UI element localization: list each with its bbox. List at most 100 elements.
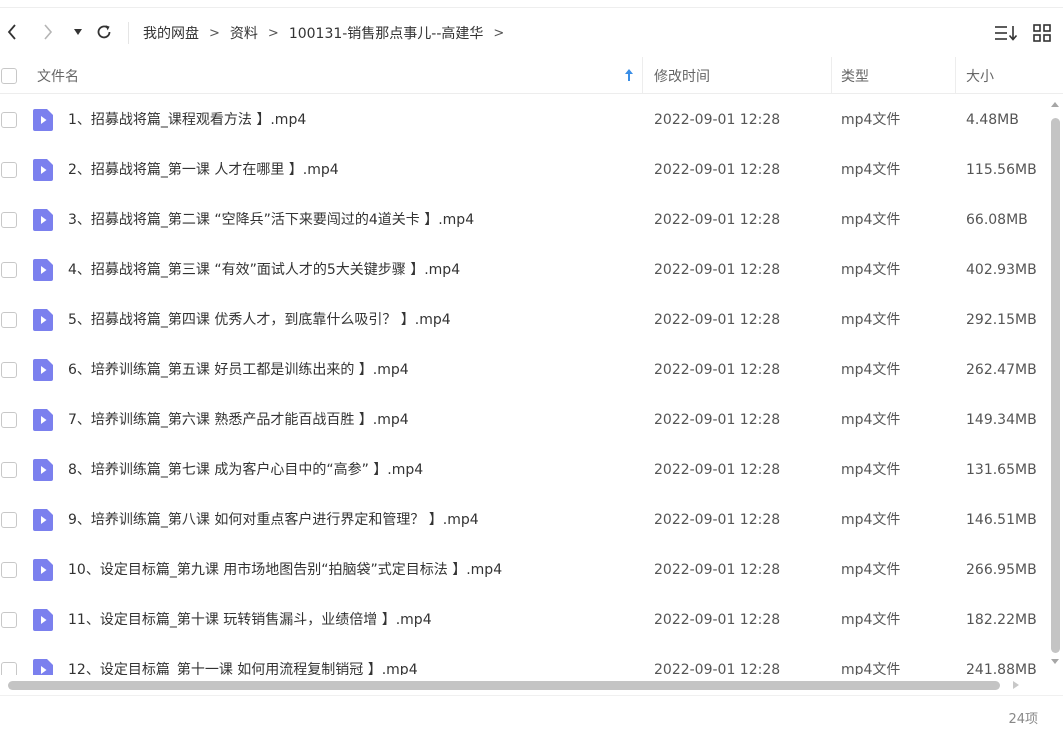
scroll-right-icon[interactable]: [1012, 680, 1020, 690]
file-name[interactable]: 2、招募战将篇_第一课 人才在哪里 】.mp4: [68, 145, 339, 195]
row-checkbox[interactable]: [1, 262, 17, 278]
chevron-left-icon: [7, 24, 16, 40]
file-size: 115.56MB: [966, 162, 1037, 178]
column-divider[interactable]: [831, 57, 832, 94]
table-row[interactable]: 3、招募战将篇_第二课 “空降兵”活下来要闯过的4道关卡 】.mp4 2022-…: [0, 195, 1046, 245]
column-divider[interactable]: [642, 57, 643, 94]
refresh-button[interactable]: [92, 20, 116, 44]
table-row[interactable]: 11、设定目标篇_第十课 玩转销售漏斗，业绩倍增 】.mp4 2022-09-0…: [0, 595, 1046, 645]
file-size: 4.48MB: [966, 112, 1019, 128]
video-file-icon: [33, 459, 53, 481]
row-checkbox[interactable]: [1, 112, 17, 128]
file-name[interactable]: 10、设定目标篇_第九课 用市场地图告别“拍脑袋”式定目标法 】.mp4: [68, 545, 502, 595]
row-checkbox[interactable]: [1, 162, 17, 178]
caret-down-icon: [74, 29, 82, 35]
back-button[interactable]: [0, 20, 24, 44]
file-type: mp4文件: [841, 612, 901, 628]
history-dropdown-button[interactable]: [66, 20, 90, 44]
file-date: 2022-09-01 12:28: [654, 662, 781, 675]
table-row[interactable]: 5、招募战将篇_第四课 优秀人才，到底靠什么吸引？ 】.mp4 2022-09-…: [0, 295, 1046, 345]
row-checkbox[interactable]: [1, 312, 17, 328]
grid-icon: [1033, 24, 1051, 42]
table-row[interactable]: 1、招募战将篇_课程观看方法 】.mp4 2022-09-01 12:28 mp…: [0, 95, 1046, 145]
chevron-right-icon: [44, 24, 53, 40]
refresh-icon: [97, 25, 111, 39]
file-date: 2022-09-01 12:28: [654, 462, 781, 478]
sort-order-button[interactable]: [993, 21, 1019, 45]
grid-view-button[interactable]: [1030, 21, 1054, 45]
breadcrumb-dropdown[interactable]: >: [493, 26, 504, 41]
table-row[interactable]: 9、培养训练篇_第八课 如何对重点客户进行界定和管理？ 】.mp4 2022-0…: [0, 495, 1046, 545]
vertical-scrollbar[interactable]: [1048, 100, 1062, 668]
file-date: 2022-09-01 12:28: [654, 212, 781, 228]
row-checkbox[interactable]: [1, 212, 17, 228]
table-row[interactable]: 2、招募战将篇_第一课 人才在哪里 】.mp4 2022-09-01 12:28…: [0, 145, 1046, 195]
file-type: mp4文件: [841, 162, 901, 178]
file-list: 1、招募战将篇_课程观看方法 】.mp4 2022-09-01 12:28 mp…: [0, 95, 1046, 675]
table-row[interactable]: 8、培养训练篇_第七课 成为客户心目中的“高参” 】.mp4 2022-09-0…: [0, 445, 1046, 495]
scroll-down-icon[interactable]: [1050, 658, 1060, 666]
file-name[interactable]: 12、设定目标篇_第十一课 如何用流程复制销冠 】.mp4: [68, 645, 418, 675]
row-checkbox[interactable]: [1, 562, 17, 578]
file-type: mp4文件: [841, 412, 901, 428]
file-name[interactable]: 8、培养训练篇_第七课 成为客户心目中的“高参” 】.mp4: [68, 445, 423, 495]
video-file-icon: [33, 309, 53, 331]
file-name[interactable]: 4、招募战将篇_第三课 “有效”面试人才的5大关键步骤 】.mp4: [68, 245, 460, 295]
horizontal-scroll-thumb[interactable]: [8, 681, 1000, 690]
breadcrumb-separator: >: [267, 25, 279, 41]
breadcrumb-item-folder[interactable]: 资料: [230, 23, 258, 43]
video-file-icon: [33, 609, 53, 631]
select-all-checkbox[interactable]: [1, 67, 17, 84]
toolbar-divider: [128, 22, 129, 44]
row-checkbox[interactable]: [1, 612, 17, 628]
file-name[interactable]: 1、招募战将篇_课程观看方法 】.mp4: [68, 95, 306, 145]
video-file-icon: [33, 409, 53, 431]
table-row[interactable]: 12、设定目标篇_第十一课 如何用流程复制销冠 】.mp4 2022-09-01…: [0, 645, 1046, 675]
column-header-type-label: 类型: [841, 68, 869, 85]
file-date: 2022-09-01 12:28: [654, 162, 781, 178]
file-name[interactable]: 7、培养训练篇_第六课 熟悉产品才能百战百胜 】.mp4: [68, 395, 409, 445]
item-count: 24项: [1008, 712, 1038, 727]
column-header-size-label: 大小: [966, 68, 994, 85]
file-browser-window: 我的网盘 > 资料 > 100131-销售那点事儿--高建华 > 文件名 修改时…: [0, 0, 1063, 737]
column-header-date[interactable]: 修改时间: [654, 57, 710, 94]
toolbar: 我的网盘 > 资料 > 100131-销售那点事儿--高建华 >: [0, 7, 1063, 57]
row-checkbox[interactable]: [1, 412, 17, 428]
vertical-scroll-thumb[interactable]: [1051, 118, 1060, 653]
table-row[interactable]: 10、设定目标篇_第九课 用市场地图告别“拍脑袋”式定目标法 】.mp4 202…: [0, 545, 1046, 595]
file-date: 2022-09-01 12:28: [654, 362, 781, 378]
video-file-icon: [33, 259, 53, 281]
file-name[interactable]: 11、设定目标篇_第十课 玩转销售漏斗，业绩倍增 】.mp4: [68, 595, 432, 645]
column-header-type[interactable]: 类型: [841, 57, 869, 94]
file-name[interactable]: 3、招募战将篇_第二课 “空降兵”活下来要闯过的4道关卡 】.mp4: [68, 195, 474, 245]
row-checkbox[interactable]: [1, 362, 17, 378]
row-checkbox[interactable]: [1, 662, 17, 675]
breadcrumb-item-root[interactable]: 我的网盘: [143, 23, 199, 43]
file-size: 131.65MB: [966, 462, 1037, 478]
file-date: 2022-09-01 12:28: [654, 262, 781, 278]
file-size: 262.47MB: [966, 362, 1037, 378]
forward-button[interactable]: [36, 20, 60, 44]
column-header-size[interactable]: 大小: [966, 57, 994, 94]
horizontal-scrollbar[interactable]: [0, 678, 1046, 692]
column-header-name[interactable]: 文件名: [37, 57, 641, 94]
breadcrumb-item-current[interactable]: 100131-销售那点事儿--高建华: [289, 23, 484, 43]
file-type: mp4文件: [841, 662, 901, 675]
file-type: mp4文件: [841, 462, 901, 478]
file-type: mp4文件: [841, 562, 901, 578]
file-date: 2022-09-01 12:28: [654, 312, 781, 328]
row-checkbox[interactable]: [1, 462, 17, 478]
file-size: 182.22MB: [966, 612, 1037, 628]
file-name[interactable]: 6、培养训练篇_第五课 好员工都是训练出来的 】.mp4: [68, 345, 409, 395]
file-name[interactable]: 9、培养训练篇_第八课 如何对重点客户进行界定和管理？ 】.mp4: [68, 495, 479, 545]
table-row[interactable]: 7、培养训练篇_第六课 熟悉产品才能百战百胜 】.mp4 2022-09-01 …: [0, 395, 1046, 445]
video-file-icon: [33, 509, 53, 531]
table-row[interactable]: 4、招募战将篇_第三课 “有效”面试人才的5大关键步骤 】.mp4 2022-0…: [0, 245, 1046, 295]
file-name[interactable]: 5、招募战将篇_第四课 优秀人才，到底靠什么吸引？ 】.mp4: [68, 295, 451, 345]
file-type: mp4文件: [841, 312, 901, 328]
scroll-up-icon[interactable]: [1050, 100, 1060, 108]
row-checkbox[interactable]: [1, 512, 17, 528]
column-divider[interactable]: [955, 57, 956, 94]
table-row[interactable]: 6、培养训练篇_第五课 好员工都是训练出来的 】.mp4 2022-09-01 …: [0, 345, 1046, 395]
video-file-icon: [33, 109, 53, 131]
